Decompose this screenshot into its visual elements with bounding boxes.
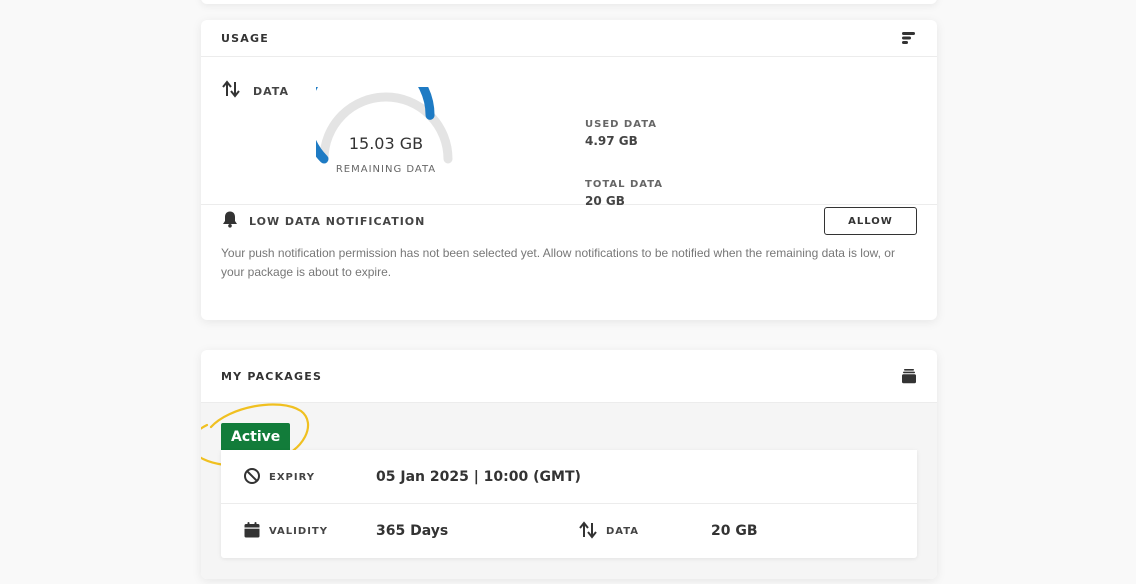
prohibited-icon xyxy=(243,467,261,488)
expiry-value: 05 Jan 2025 | 10:00 (GMT) xyxy=(376,469,581,485)
usage-title: USAGE xyxy=(221,31,269,45)
notification-title-group: LOW DATA NOTIFICATION xyxy=(221,210,425,232)
up-down-arrows-icon xyxy=(221,80,241,102)
package-list: Active EXPIRY 05 Jan 2025 | 10:00 (GMT) xyxy=(201,403,937,579)
usage-data-section: DATA 15.03 GB REMAINING DATA USED DATA 4… xyxy=(201,48,937,208)
low-data-notification: LOW DATA NOTIFICATION ALLOW Your push no… xyxy=(201,206,937,282)
bell-icon xyxy=(221,210,239,232)
previous-card-edge xyxy=(201,0,937,4)
sort-lines-icon[interactable] xyxy=(901,30,917,46)
used-data-stat: USED DATA 4.97 GB xyxy=(585,119,657,148)
stack-icon[interactable] xyxy=(901,368,917,384)
validity-row: VALIDITY 365 Days DATA 20 GB xyxy=(221,504,917,558)
packages-card: MY PACKAGES Active EXPIRY 05 Jan 2025 | … xyxy=(201,350,937,579)
validity-label-group: VALIDITY xyxy=(243,504,328,558)
package-data-label: DATA xyxy=(606,525,640,537)
remaining-data-label: REMAINING DATA xyxy=(335,164,437,175)
package-data-label-group: DATA xyxy=(578,504,639,558)
usage-card: USAGE DATA 15.03 GB REMAINING DATA USED … xyxy=(201,20,937,320)
remaining-data-value: 15.03 GB xyxy=(348,134,424,153)
package-data-value: 20 GB xyxy=(711,523,758,539)
used-data-value: 4.97 GB xyxy=(585,134,638,148)
data-heading: DATA xyxy=(221,80,289,102)
packages-card-header: MY PACKAGES xyxy=(201,350,937,403)
remaining-data-gauge: 15.03 GB REMAINING DATA xyxy=(301,48,456,183)
total-data-label: TOTAL DATA xyxy=(585,179,664,190)
allow-button[interactable]: ALLOW xyxy=(824,207,917,235)
total-data-stat: TOTAL DATA 20 GB xyxy=(585,179,663,208)
expiry-label-group: EXPIRY xyxy=(243,450,315,504)
expiry-row: EXPIRY 05 Jan 2025 | 10:00 (GMT) xyxy=(221,450,917,504)
package-details: EXPIRY 05 Jan 2025 | 10:00 (GMT) VALIDIT… xyxy=(221,450,917,558)
status-badge: Active xyxy=(221,423,291,451)
calendar-icon xyxy=(243,521,261,542)
notification-description: Your push notification permission has no… xyxy=(221,246,895,279)
used-data-label: USED DATA xyxy=(585,119,657,130)
gauge-graphic xyxy=(301,48,453,164)
validity-value: 365 Days xyxy=(376,523,449,539)
notification-title: LOW DATA NOTIFICATION xyxy=(249,214,426,228)
validity-label: VALIDITY xyxy=(269,525,328,537)
notification-header: LOW DATA NOTIFICATION ALLOW xyxy=(221,206,917,236)
expiry-label: EXPIRY xyxy=(269,471,315,483)
up-down-arrows-icon xyxy=(578,520,598,542)
data-label: DATA xyxy=(253,84,289,98)
usage-card-header: USAGE xyxy=(201,20,937,57)
packages-title: MY PACKAGES xyxy=(221,369,323,383)
